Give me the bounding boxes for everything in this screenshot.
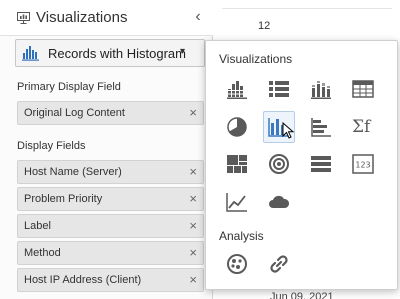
panel-header: Visualizations ‹ bbox=[0, 0, 213, 36]
records-list-icon bbox=[269, 81, 289, 97]
word-cloud-tile[interactable] bbox=[263, 186, 295, 218]
display-field-item[interactable]: Host IP Address (Client) × bbox=[17, 268, 204, 292]
tile-number-icon: 123 bbox=[352, 154, 374, 174]
remove-field-button[interactable]: × bbox=[189, 191, 197, 206]
primary-display-field-label: Primary Display Field bbox=[17, 81, 121, 93]
svg-text:123: 123 bbox=[355, 161, 370, 170]
treemap-icon bbox=[227, 155, 247, 173]
cluster-tile[interactable] bbox=[221, 248, 253, 280]
horizontal-bar-tile[interactable] bbox=[305, 111, 337, 143]
remove-field-button[interactable]: × bbox=[189, 164, 197, 179]
visualization-panel-icon bbox=[17, 12, 30, 24]
display-field-item[interactable]: Host Name (Server) × bbox=[17, 160, 204, 184]
field-label: Problem Priority bbox=[24, 193, 103, 205]
display-field-item[interactable]: Label × bbox=[17, 214, 204, 238]
svg-text:Σf: Σf bbox=[352, 117, 372, 137]
chevron-down-icon: ▾ bbox=[180, 46, 186, 57]
display-field-item[interactable]: Method × bbox=[17, 241, 204, 265]
line-chart-icon bbox=[226, 193, 247, 212]
visualizations-heading: Visualizations bbox=[219, 52, 293, 66]
stacked-bar-icon bbox=[311, 81, 331, 99]
primary-display-field[interactable]: Original Log Content × bbox=[17, 101, 204, 125]
distinct-list-icon bbox=[311, 156, 331, 172]
visualization-picker-popup: Visualizations Σf 123 Analysis bbox=[205, 40, 398, 290]
display-fields-label: Display Fields bbox=[17, 140, 86, 152]
remove-field-button[interactable]: × bbox=[189, 245, 197, 260]
records-list-tile[interactable] bbox=[263, 73, 295, 105]
distinct-list-tile[interactable] bbox=[305, 148, 337, 180]
visualization-type-label: Records with Histogram bbox=[48, 46, 186, 61]
analysis-heading: Analysis bbox=[219, 229, 264, 243]
line-chart-tile[interactable] bbox=[221, 186, 253, 218]
sunburst-tile[interactable] bbox=[263, 148, 295, 180]
divider bbox=[222, 8, 392, 9]
timestamp-text: Jun 09, 2021 bbox=[270, 291, 334, 299]
panel-title: Visualizations bbox=[36, 9, 128, 26]
summary-tile[interactable]: Σf bbox=[347, 111, 379, 143]
word-cloud-icon bbox=[269, 195, 290, 208]
pie-chart-tile[interactable] bbox=[221, 111, 253, 143]
remove-field-button[interactable]: × bbox=[189, 272, 197, 287]
summary-sigma-icon: Σf bbox=[352, 117, 372, 137]
mouse-cursor-icon bbox=[282, 122, 295, 139]
remove-field-button[interactable]: × bbox=[189, 218, 197, 233]
sunburst-icon bbox=[269, 154, 289, 174]
collapse-panel-button[interactable]: ‹ bbox=[190, 8, 206, 26]
table-grid-tile[interactable] bbox=[347, 73, 379, 105]
field-label: Method bbox=[24, 247, 61, 259]
field-label: Original Log Content bbox=[24, 107, 125, 119]
histogram-icon bbox=[227, 81, 247, 99]
tile-number-tile[interactable]: 123 bbox=[347, 148, 379, 180]
horizontal-bar-icon bbox=[311, 118, 331, 137]
display-field-item[interactable]: Problem Priority × bbox=[17, 187, 204, 211]
histogram-tile[interactable] bbox=[221, 73, 253, 105]
visualizations-panel: Visualizations ‹ Records with Histogram … bbox=[0, 0, 213, 299]
histogram-axis-value: 12 bbox=[258, 20, 271, 32]
link-icon bbox=[270, 255, 288, 273]
field-label: Host Name (Server) bbox=[24, 166, 122, 178]
visualization-type-select[interactable]: Records with Histogram ▾ bbox=[15, 39, 205, 67]
treemap-tile[interactable] bbox=[221, 148, 253, 180]
histogram-icon bbox=[22, 46, 39, 61]
field-label: Host IP Address (Client) bbox=[24, 274, 142, 286]
link-tile[interactable] bbox=[263, 248, 295, 280]
table-grid-icon bbox=[352, 80, 374, 98]
pie-chart-icon bbox=[227, 117, 247, 137]
remove-field-button[interactable]: × bbox=[189, 105, 197, 120]
field-label: Label bbox=[24, 220, 51, 232]
cluster-icon bbox=[227, 254, 247, 274]
stacked-bar-tile[interactable] bbox=[305, 73, 337, 105]
